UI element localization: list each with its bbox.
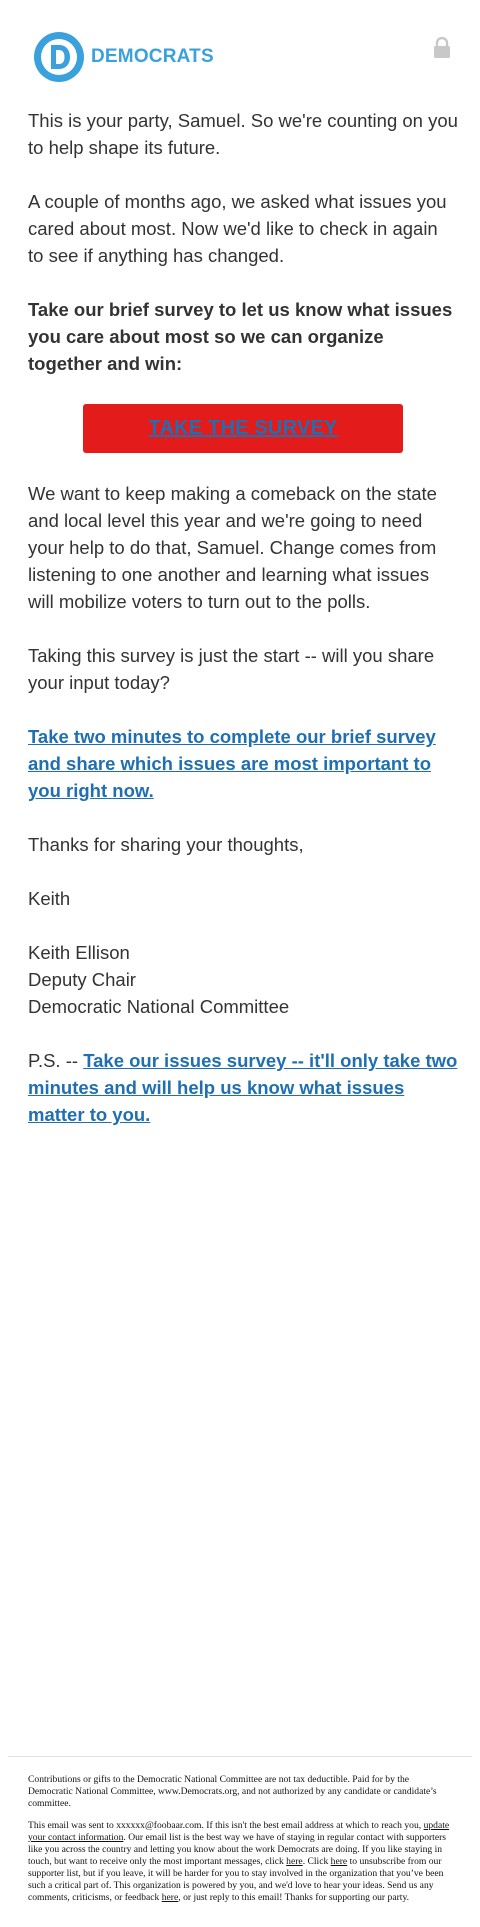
email-header: DEMOCRATS xyxy=(0,0,480,110)
democrats-d-logo-icon xyxy=(34,32,84,82)
postscript-survey-link[interactable]: Take our issues survey -- it'll only tak… xyxy=(28,1050,457,1125)
start-paragraph: Taking this survey is just the start -- … xyxy=(28,645,435,693)
unsubscribe-link[interactable]: here xyxy=(331,1856,348,1867)
survey-text-link[interactable]: Take two minutes to complete our brief s… xyxy=(28,726,436,801)
signature-name: Keith Ellison xyxy=(28,942,130,963)
postscript-prefix: P.S. -- xyxy=(28,1050,84,1071)
take-survey-button[interactable]: TAKE THE SURVEY xyxy=(83,404,403,453)
important-messages-link[interactable]: here xyxy=(286,1856,303,1867)
signature-block: Keith Ellison Deputy Chair Democratic Na… xyxy=(28,939,458,1020)
signature-title: Deputy Chair xyxy=(28,969,136,990)
context-paragraph: A couple of months ago, we asked what is… xyxy=(28,191,447,266)
democrats-logo[interactable]: DEMOCRATS xyxy=(33,31,214,83)
lock-icon xyxy=(434,37,450,58)
feedback-link[interactable]: here xyxy=(162,1892,179,1903)
logo-wordmark: DEMOCRATS xyxy=(91,46,214,67)
intro-paragraph: This is your party, Samuel. So we're cou… xyxy=(28,110,458,158)
cta-container: TAKE THE SURVEY xyxy=(28,404,458,453)
footer-divider xyxy=(8,1756,472,1757)
footer-text: This email was sent to xxxxxx@foobaar.co… xyxy=(28,1820,424,1831)
email-body: This is your party, Samuel. So we're cou… xyxy=(28,107,458,1155)
survey-link-paragraph: Take two minutes to complete our brief s… xyxy=(28,723,458,804)
footer-text: , or just reply to this email! Thanks fo… xyxy=(178,1892,410,1903)
postscript-paragraph: P.S. -- Take our issues survey -- it'll … xyxy=(28,1047,458,1128)
footer-email-notice: This email was sent to xxxxxx@foobaar.co… xyxy=(28,1820,456,1904)
comeback-paragraph: We want to keep making a comeback on the… xyxy=(28,483,437,612)
survey-call-paragraph: Take our brief survey to let us know wha… xyxy=(28,299,453,374)
footer-disclaimer: Contributions or gifts to the Democratic… xyxy=(28,1774,437,1809)
sign-off-name: Keith xyxy=(28,888,71,909)
email-footer: Contributions or gifts to the Democratic… xyxy=(28,1774,456,1914)
thanks-paragraph: Thanks for sharing your thoughts, xyxy=(28,834,304,855)
signature-organization: Democratic National Committee xyxy=(28,996,290,1017)
footer-text: . Click xyxy=(302,1856,331,1867)
